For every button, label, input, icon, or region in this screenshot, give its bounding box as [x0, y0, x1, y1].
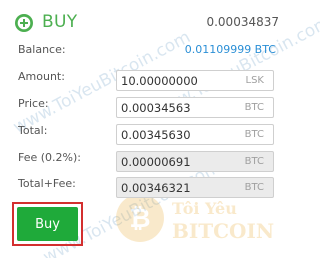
total-label: Total:	[18, 124, 48, 137]
total-value: 0.00345630	[121, 128, 191, 142]
plus-circle-icon	[15, 14, 33, 32]
amount-unit: LSK	[245, 75, 264, 86]
price-input[interactable]: 0.00034563 BTC	[116, 97, 274, 118]
total-fee-value: 0.00346321	[121, 181, 191, 195]
amount-value: 10.00000000	[121, 74, 198, 88]
fee-field: 0.00000691 BTC	[116, 151, 274, 172]
svg-text:₿: ₿	[129, 204, 150, 234]
svg-text:BITCOIN: BITCOIN	[172, 219, 274, 243]
amount-input[interactable]: 10.00000000 LSK	[116, 70, 274, 91]
buy-button-highlight: Buy	[12, 202, 83, 246]
fee-unit: BTC	[244, 156, 264, 167]
total-unit: BTC	[244, 129, 264, 140]
amount-label: Amount:	[18, 70, 65, 83]
fee-row: Fee (0.2%): 0.00000691 BTC	[18, 151, 276, 173]
price-unit: BTC	[244, 102, 264, 113]
total-row: Total: 0.00345630 BTC	[18, 124, 276, 146]
fee-label: Fee (0.2%):	[18, 151, 81, 164]
price-row: Price: 0.00034563 BTC	[18, 97, 276, 119]
total-fee-field: 0.00346321 BTC	[116, 177, 274, 198]
page-title: BUY	[42, 12, 78, 32]
balance-label: Balance:	[18, 43, 66, 56]
amount-row: Amount: 10.00000000 LSK	[18, 70, 276, 92]
buy-button[interactable]: Buy	[17, 207, 78, 241]
price-label: Price:	[18, 97, 49, 110]
balance-row: Balance: 0.01109999 BTC	[18, 43, 276, 59]
total-fee-row: Total+Fee: 0.00346321 BTC	[18, 177, 276, 199]
current-price: 0.00034837	[206, 15, 279, 29]
price-value: 0.00034563	[121, 101, 191, 115]
svg-text:Tôi Yêu: Tôi Yêu	[172, 199, 237, 218]
total-fee-unit: BTC	[244, 182, 264, 193]
total-input[interactable]: 0.00345630 BTC	[116, 124, 274, 145]
buy-panel: www.ToiYeuBitcoin.com www.ToiYeuBitcoin.…	[0, 0, 320, 258]
fee-value: 0.00000691	[121, 155, 191, 169]
buy-header: BUY 0.00034837	[14, 10, 284, 36]
total-fee-label: Total+Fee:	[18, 177, 76, 190]
balance-value[interactable]: 0.01109999 BTC	[185, 43, 276, 56]
